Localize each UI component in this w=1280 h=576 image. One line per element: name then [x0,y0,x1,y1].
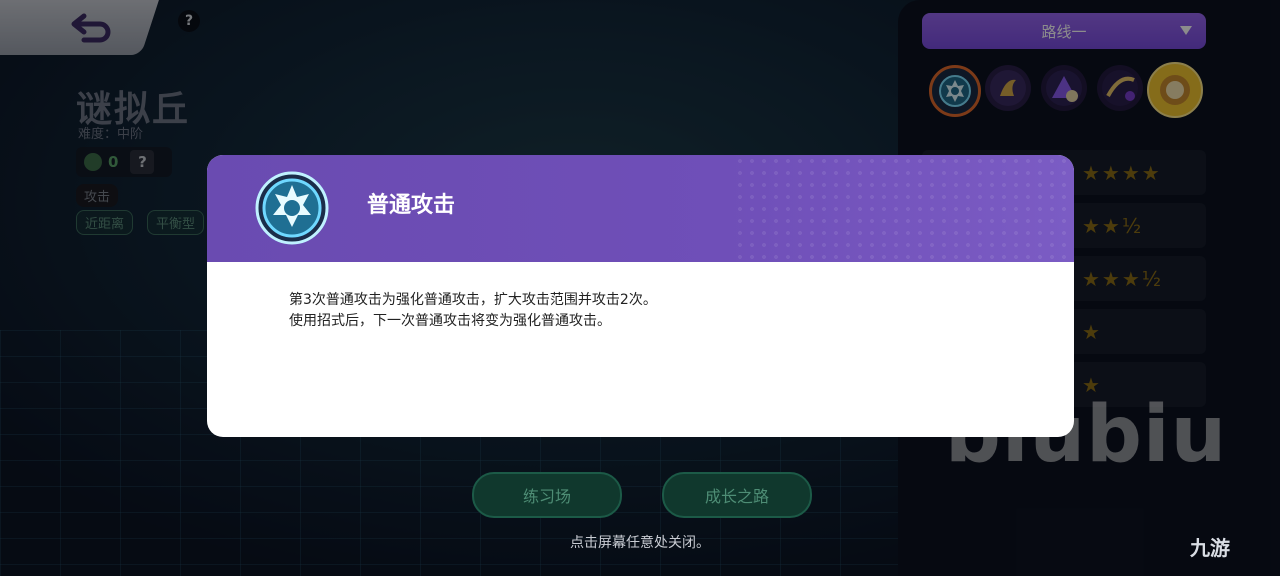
modal-description: 第3次普通攻击为强化普通攻击，扩大攻击范围并攻击2次。 使用招式后，下一次普通攻… [289,290,657,332]
gear-burst-icon [255,171,329,245]
description-line: 使用招式后，下一次普通攻击将变为强化普通攻击。 [289,313,611,329]
modal-title: 普通攻击 [367,193,456,218]
close-hint: 点击屏幕任意处关闭。 [570,535,710,551]
growth-path-button[interactable]: 成长之路 [662,472,812,518]
modal-header: 普通攻击 [207,155,1074,262]
skill-detail-modal: 普通攻击 第3次普通攻击为强化普通攻击，扩大攻击范围并攻击2次。 使用招式后，下… [207,155,1074,437]
site-logo: 九游 [1190,536,1230,560]
description-line: 第3次普通攻击为强化普通攻击，扩大攻击范围并攻击2次。 [289,292,657,308]
practice-button[interactable]: 练习场 [472,472,622,518]
header-pattern [734,155,1074,262]
